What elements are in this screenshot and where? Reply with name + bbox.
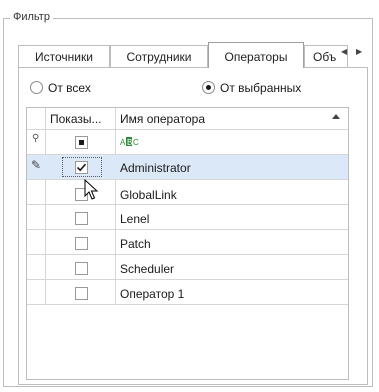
row-divider bbox=[27, 254, 348, 255]
radio-from-selected-label[interactable]: От выбранных bbox=[220, 81, 301, 95]
svg-text:B: B bbox=[127, 138, 132, 147]
text-filter-icon[interactable]: A B C bbox=[120, 136, 140, 147]
radio-selected-dot bbox=[206, 85, 211, 90]
edit-pencil-icon: ✎ bbox=[31, 158, 42, 172]
column-header-operator-name[interactable]: Имя оператора bbox=[120, 112, 205, 126]
mouse-cursor-icon bbox=[84, 178, 100, 201]
tab-operators[interactable]: Операторы bbox=[208, 42, 304, 68]
row-divider bbox=[27, 279, 348, 280]
tab-employees-label: Сотрудники bbox=[126, 50, 192, 64]
operator-name: GlobalLink bbox=[120, 188, 177, 202]
row-checkbox-lenel[interactable] bbox=[75, 212, 88, 225]
filter-row-pin-icon: ⚲ bbox=[32, 133, 40, 144]
row-divider bbox=[27, 179, 348, 180]
tab-sources[interactable]: Источники bbox=[18, 45, 110, 67]
check-icon bbox=[76, 163, 87, 172]
row-divider bbox=[27, 229, 348, 230]
tab-operators-label: Операторы bbox=[224, 50, 288, 64]
filter-group-title: Фильтр bbox=[10, 11, 53, 23]
row-checkbox-administrator[interactable] bbox=[75, 161, 88, 174]
row-checkbox-operator-1[interactable] bbox=[75, 287, 88, 300]
svg-text:A: A bbox=[120, 138, 126, 147]
operator-name: Оператор 1 bbox=[120, 287, 185, 301]
column-header-show[interactable]: Показы... bbox=[50, 112, 101, 126]
svg-text:C: C bbox=[133, 138, 139, 147]
tab-scroll-right-icon[interactable]: ▶ bbox=[356, 47, 368, 65]
col-divider-show bbox=[115, 108, 116, 305]
tab-scroll-left-icon[interactable]: ◀ bbox=[341, 47, 353, 65]
tab-employees[interactable]: Сотрудники bbox=[110, 45, 208, 67]
operator-name: Scheduler bbox=[120, 262, 175, 276]
radio-from-all[interactable] bbox=[30, 81, 43, 94]
header-divider bbox=[27, 129, 348, 130]
tab-objects-label: Объ bbox=[313, 50, 337, 64]
operator-name: Lenel bbox=[120, 212, 150, 226]
tab-sources-label: Источники bbox=[35, 50, 93, 64]
row-divider bbox=[27, 304, 348, 305]
col-divider-indicator bbox=[45, 108, 46, 305]
sort-ascending-icon bbox=[332, 114, 340, 119]
row-checkbox-scheduler[interactable] bbox=[75, 262, 88, 275]
row-checkbox-patch[interactable] bbox=[75, 237, 88, 250]
operator-name: Administrator bbox=[120, 161, 191, 175]
operator-name: Patch bbox=[120, 237, 151, 251]
show-all-checkbox[interactable] bbox=[75, 136, 88, 149]
radio-from-selected[interactable] bbox=[202, 81, 215, 94]
radio-from-all-label[interactable]: От всех bbox=[48, 81, 91, 95]
row-divider bbox=[27, 204, 348, 205]
